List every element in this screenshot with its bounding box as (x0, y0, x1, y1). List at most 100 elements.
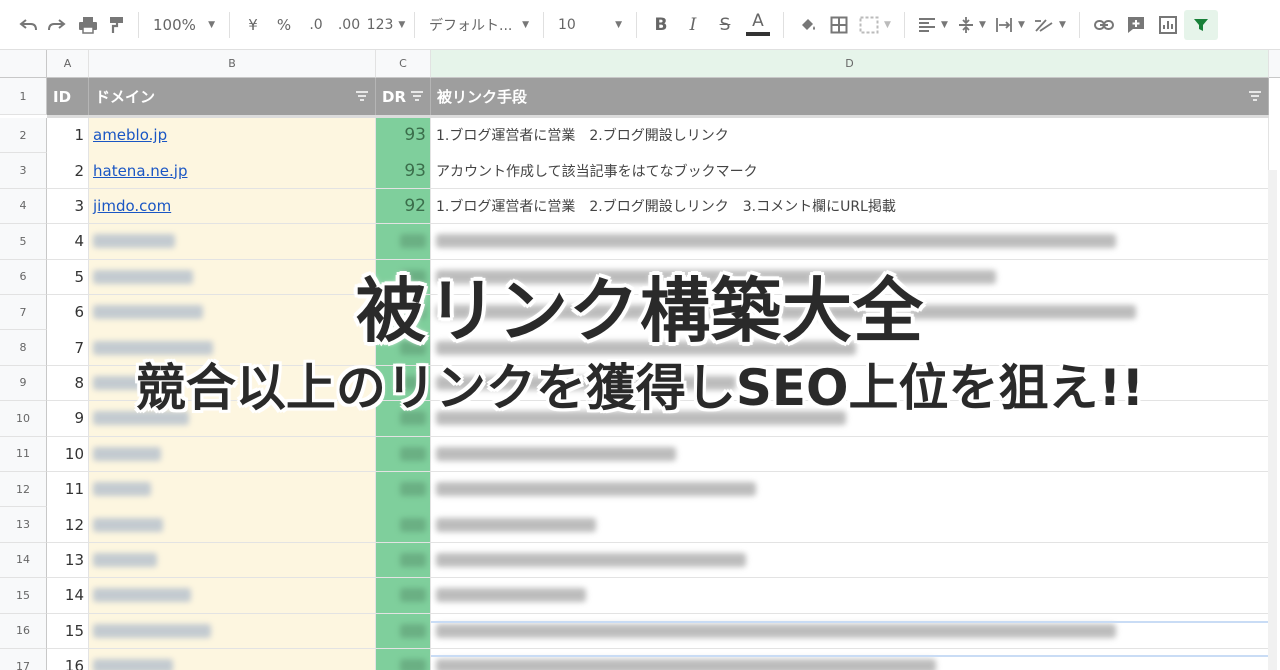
filter-icon[interactable] (1184, 9, 1218, 40)
dr-cell[interactable] (376, 578, 431, 614)
domain-cell[interactable]: ameblo.jp (89, 118, 376, 154)
domain-link[interactable]: jimdo.com (93, 197, 171, 215)
text-wrap-icon[interactable]: ▼ (991, 10, 1029, 40)
method-cell[interactable]: 1.ブログ運営者に営業 2.ブログ開設しリンク 3.コメント欄にURL掲載 (431, 188, 1269, 225)
domain-cell[interactable] (89, 649, 376, 670)
undo-icon[interactable] (14, 10, 42, 40)
method-cell[interactable]: アカウント作成して該当記事をはてなブックマーク (431, 153, 1269, 189)
insert-chart-icon[interactable] (1152, 10, 1184, 40)
bold-icon[interactable]: B (645, 10, 677, 40)
decrease-decimal-button[interactable]: .0 (300, 10, 332, 40)
more-formats-button[interactable]: 123 ▼ (366, 10, 406, 40)
dr-cell[interactable] (376, 436, 431, 473)
insert-comment-icon[interactable] (1120, 10, 1152, 40)
row-header[interactable]: 13 (0, 507, 47, 543)
filter-sort-icon[interactable] (355, 89, 369, 103)
vertical-align-icon[interactable]: ▼ (953, 10, 991, 40)
dr-cell[interactable] (376, 542, 431, 579)
method-cell[interactable] (431, 507, 1269, 543)
row-header[interactable]: 2 (0, 118, 47, 154)
dr-cell[interactable]: 92 (376, 188, 431, 225)
id-cell[interactable]: 12 (47, 507, 89, 543)
blurred-text (93, 234, 175, 249)
row-header[interactable]: 4 (0, 188, 47, 225)
method-cell[interactable]: 1.ブログ運営者に営業 2.ブログ開設しリンク (431, 118, 1269, 154)
text-color-icon[interactable]: A (741, 10, 775, 40)
domain-cell[interactable] (89, 436, 376, 473)
dr-cell[interactable]: 93 (376, 118, 431, 154)
domain-cell[interactable]: jimdo.com (89, 188, 376, 225)
domain-cell[interactable]: hatena.ne.jp (89, 153, 376, 189)
percent-button[interactable]: % (268, 10, 300, 40)
toolbar-divider (414, 11, 415, 38)
id-cell[interactable]: 15 (47, 613, 89, 650)
id-cell[interactable]: 2 (47, 153, 89, 189)
method-cell[interactable] (431, 542, 1269, 579)
column-header-a[interactable]: A (47, 50, 89, 78)
zoom-select[interactable]: 100% ▼ (147, 10, 221, 40)
horizontal-align-icon[interactable]: ▼ (913, 10, 953, 40)
row-header[interactable]: 14 (0, 542, 47, 579)
domain-link[interactable]: hatena.ne.jp (93, 162, 187, 180)
dr-cell[interactable]: 93 (376, 153, 431, 189)
domain-cell[interactable] (89, 507, 376, 543)
id-cell[interactable]: 14 (47, 578, 89, 614)
id-cell[interactable]: 13 (47, 542, 89, 579)
column-header-b[interactable]: B (89, 50, 376, 78)
row-header[interactable]: 17 (0, 649, 47, 670)
domain-cell[interactable] (89, 472, 376, 508)
method-cell[interactable] (431, 578, 1269, 614)
filter-sort-icon[interactable] (1248, 89, 1262, 103)
domain-cell[interactable] (89, 613, 376, 650)
id-cell[interactable]: 16 (47, 649, 89, 670)
row-header-1[interactable]: 1 (0, 78, 47, 115)
id-cell[interactable]: 11 (47, 472, 89, 508)
row-header[interactable]: 12 (0, 472, 47, 508)
dr-cell[interactable] (376, 507, 431, 543)
italic-icon[interactable]: I (677, 10, 709, 40)
header-cell-dr[interactable]: DR (376, 78, 431, 115)
select-all-corner[interactable] (0, 50, 47, 78)
id-cell[interactable]: 3 (47, 188, 89, 225)
domain-cell[interactable] (89, 578, 376, 614)
domain-cell[interactable] (89, 542, 376, 579)
domain-link[interactable]: ameblo.jp (93, 126, 167, 144)
font-size-select[interactable]: 10 ▼ (552, 10, 628, 40)
id-cell[interactable]: 10 (47, 436, 89, 473)
row-header[interactable]: 11 (0, 436, 47, 472)
header-cell-method[interactable]: 被リンク手段 (431, 78, 1269, 115)
row-header[interactable]: 15 (0, 578, 47, 614)
print-icon[interactable] (72, 10, 104, 40)
method-cell[interactable] (431, 472, 1269, 508)
paint-format-icon[interactable] (104, 10, 130, 40)
fill-color-icon[interactable] (792, 10, 824, 40)
toolbar-divider (636, 11, 637, 38)
method-cell[interactable] (431, 436, 1269, 473)
dr-cell[interactable] (376, 649, 431, 670)
id-cell[interactable]: 1 (47, 118, 89, 154)
column-header-d[interactable]: D (431, 50, 1269, 78)
borders-icon[interactable] (824, 10, 854, 40)
redo-icon[interactable] (42, 10, 72, 40)
font-select[interactable]: デフォルト... ▼ (423, 10, 535, 40)
text-rotation-icon[interactable]: ▼ (1029, 10, 1071, 40)
row-header[interactable]: 16 (0, 613, 47, 649)
merge-cells-icon[interactable]: ▼ (854, 10, 896, 40)
dr-cell[interactable] (376, 613, 431, 650)
column-header-e[interactable] (1269, 50, 1280, 78)
chevron-down-icon: ▼ (208, 19, 215, 30)
header-cell-id[interactable]: ID (47, 78, 89, 115)
blurred-text (400, 588, 426, 603)
row-header[interactable]: 3 (0, 153, 47, 189)
overlay-subtitle: 競合以上のリンクを獲得しSEO上位を狙え!! (135, 359, 1145, 417)
filter-sort-icon[interactable] (410, 89, 424, 103)
currency-button[interactable]: ¥ (238, 10, 268, 40)
column-header-c[interactable]: C (376, 50, 431, 78)
dr-cell[interactable] (376, 472, 431, 508)
increase-decimal-button[interactable]: .00 (332, 10, 366, 40)
toolbar-divider (543, 11, 544, 38)
link-icon[interactable] (1088, 10, 1120, 40)
vertical-scrollbar[interactable] (1268, 170, 1277, 670)
header-cell-domain[interactable]: ドメイン (89, 78, 376, 115)
strikethrough-icon[interactable]: S (709, 10, 741, 40)
